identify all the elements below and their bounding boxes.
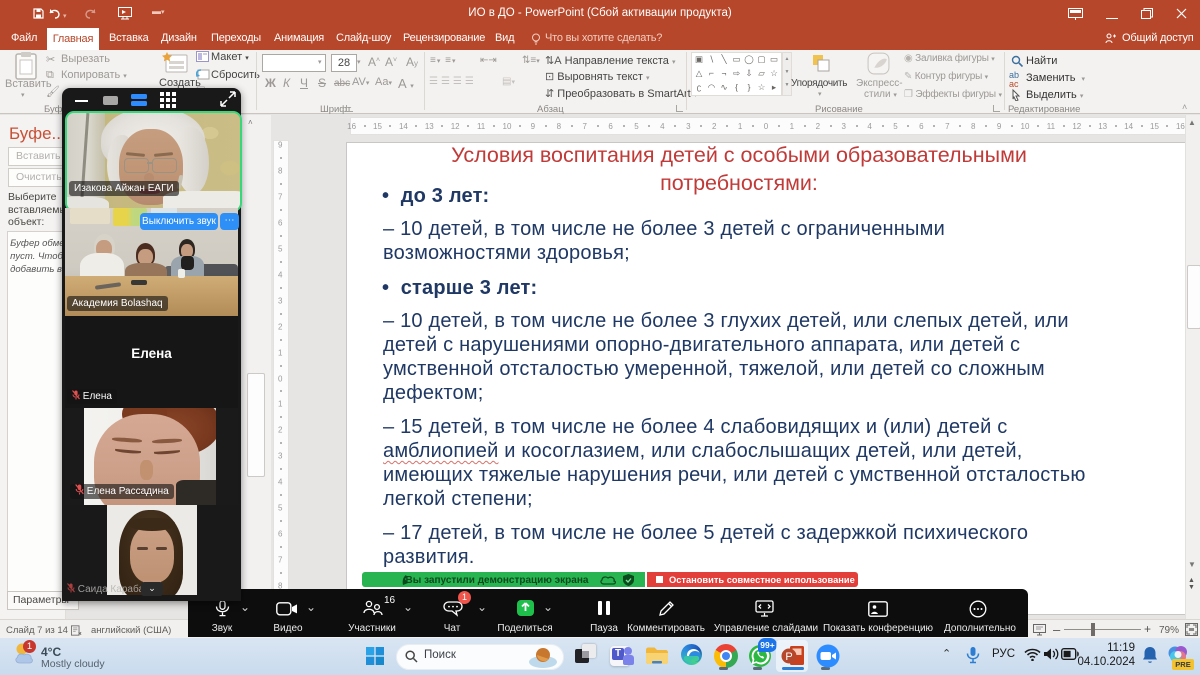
- svg-text:P: P: [785, 651, 792, 663]
